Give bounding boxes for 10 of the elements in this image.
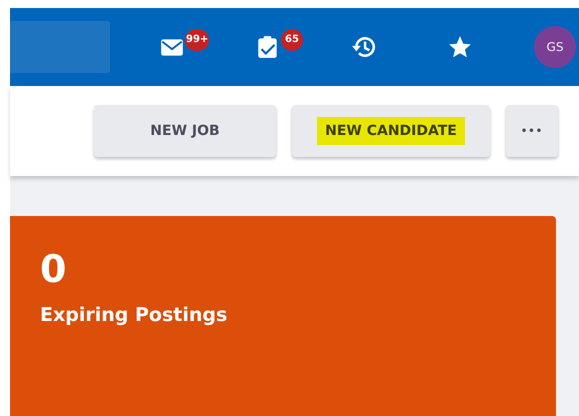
new-candidate-button[interactable]: NEW CANDIDATE (292, 105, 490, 158)
search-field[interactable] (10, 20, 110, 73)
user-avatar[interactable]: GS (534, 26, 576, 68)
more-button[interactable]: ••• (506, 105, 558, 158)
count-badge: 99+ (185, 28, 210, 51)
new-job-button[interactable]: NEW JOB (94, 105, 276, 158)
stat-count: 0 (40, 250, 66, 288)
stat-title: Expiring Postings (40, 304, 228, 326)
count-badge: 65 (281, 28, 303, 51)
star-icon[interactable] (447, 34, 473, 60)
